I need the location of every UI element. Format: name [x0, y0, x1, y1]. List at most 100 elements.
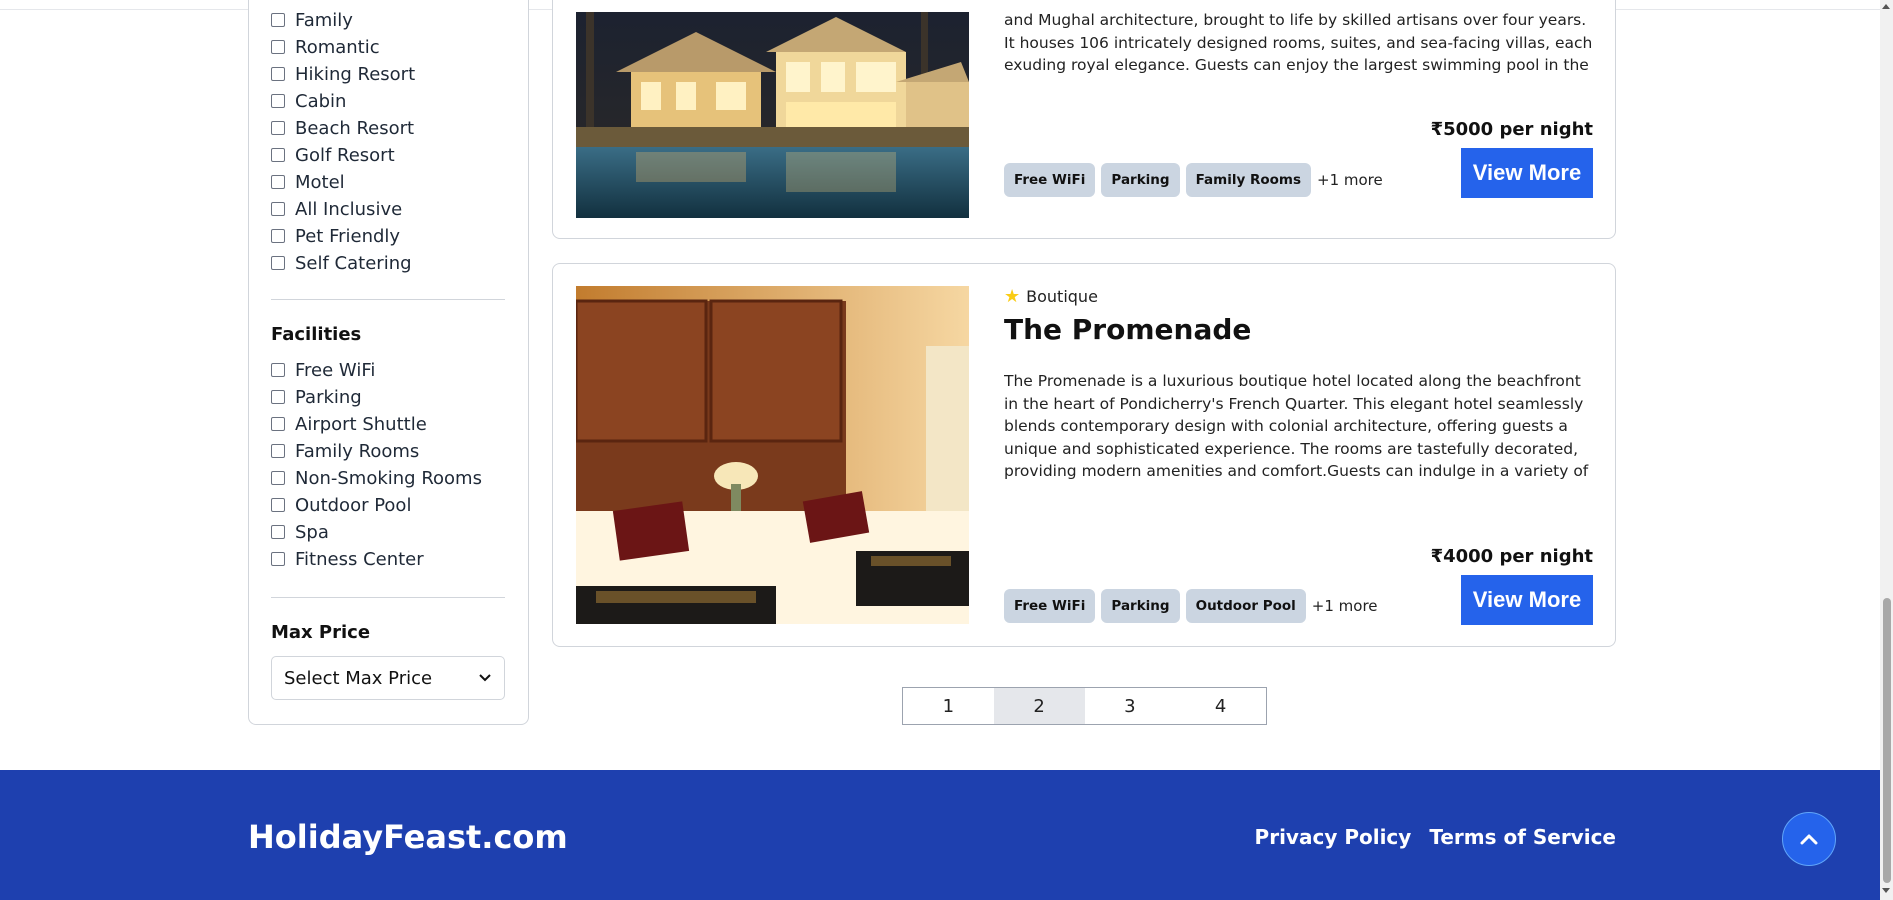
- facility-option-label: Outdoor Pool: [295, 494, 412, 516]
- checkbox[interactable]: [271, 13, 285, 27]
- facility-option-spa[interactable]: Spa: [271, 521, 329, 543]
- scroll-down-arrow-icon[interactable]: [1882, 888, 1890, 893]
- filter-option-cabin[interactable]: Cabin: [271, 90, 346, 112]
- resort-photo: [576, 12, 969, 218]
- checkbox[interactable]: [271, 40, 285, 54]
- page-button-4[interactable]: 4: [1175, 688, 1266, 724]
- hotel-card: and Mughal architecture, brought to life…: [552, 0, 1616, 239]
- checkbox[interactable]: [271, 256, 285, 270]
- hotel-price: ₹5000 per night: [1430, 119, 1593, 140]
- facility-tags: Free WiFi Parking Family Rooms +1 more: [1004, 163, 1383, 197]
- checkbox[interactable]: [271, 498, 285, 512]
- star-icon: ★: [1004, 286, 1021, 307]
- divider: [271, 299, 505, 300]
- facility-option-outdoor-pool[interactable]: Outdoor Pool: [271, 494, 411, 516]
- hotel-image[interactable]: [576, 286, 969, 624]
- hotel-description: The Promenade is a luxurious boutique ho…: [1004, 372, 1589, 480]
- facility-option-label: Fitness Center: [295, 548, 424, 570]
- checkbox[interactable]: [271, 417, 285, 431]
- checkbox[interactable]: [271, 121, 285, 135]
- page-scrollbar[interactable]: [1880, 0, 1893, 900]
- filter-option-label: All Inclusive: [295, 198, 403, 220]
- filter-option-label: Cabin: [295, 90, 347, 112]
- facility-option-free-wifi[interactable]: Free WiFi: [271, 359, 375, 381]
- chevron-up-icon: [1800, 834, 1818, 845]
- filter-option-beach-resort[interactable]: Beach Resort: [271, 117, 414, 139]
- facility-option-label: Family Rooms: [295, 440, 420, 462]
- filter-option-label: Pet Friendly: [295, 225, 401, 247]
- filter-option-self-catering[interactable]: Self Catering: [271, 252, 412, 274]
- page-button-1[interactable]: 1: [903, 688, 994, 724]
- hotel-category: ★ Boutique: [1004, 286, 1098, 307]
- footer-links: Privacy Policy Terms of Service: [1255, 825, 1616, 849]
- scroll-up-arrow-icon[interactable]: [1882, 4, 1890, 9]
- facility-tag: Family Rooms: [1185, 163, 1312, 197]
- checkbox[interactable]: [271, 94, 285, 108]
- filter-option-romantic[interactable]: Romantic: [271, 36, 380, 58]
- checkbox[interactable]: [271, 390, 285, 404]
- facility-option-airport-shuttle[interactable]: Airport Shuttle: [271, 413, 427, 435]
- facility-option-label: Free WiFi: [295, 359, 376, 381]
- facility-tags: Free WiFi Parking Outdoor Pool +1 more: [1004, 589, 1378, 623]
- checkbox[interactable]: [271, 471, 285, 485]
- hotel-name[interactable]: The Promenade: [1004, 313, 1251, 346]
- filter-option-label: Golf Resort: [295, 144, 395, 166]
- max-price-select[interactable]: Select Max Price: [271, 656, 505, 700]
- hotel-card: ★ Boutique The Promenade The Promenade i…: [552, 263, 1616, 647]
- page: Family Romantic Hiking Resort Cabin Beac…: [0, 0, 1893, 900]
- filter-sidebar: Family Romantic Hiking Resort Cabin Beac…: [248, 0, 529, 725]
- checkbox[interactable]: [271, 363, 285, 377]
- facility-tag: Free WiFi: [1004, 589, 1096, 623]
- filter-option-label: Hiking Resort: [295, 63, 416, 85]
- hotel-description: and Mughal architecture, brought to life…: [1004, 11, 1593, 74]
- filter-option-motel[interactable]: Motel: [271, 171, 345, 193]
- max-price-selected-value: Select Max Price: [284, 667, 433, 689]
- privacy-policy-link[interactable]: Privacy Policy: [1255, 825, 1412, 849]
- checkbox[interactable]: [271, 67, 285, 81]
- view-more-button[interactable]: View More: [1461, 575, 1593, 625]
- filter-option-hiking-resort[interactable]: Hiking Resort: [271, 63, 415, 85]
- facility-option-family-rooms[interactable]: Family Rooms: [271, 440, 419, 462]
- footer-brand[interactable]: HolidayFeast.com: [248, 818, 568, 856]
- hotel-price: ₹4000 per night: [1430, 546, 1593, 567]
- scroll-to-top-button[interactable]: [1782, 812, 1836, 866]
- facility-option-fitness-center[interactable]: Fitness Center: [271, 548, 424, 570]
- facility-option-parking[interactable]: Parking: [271, 386, 362, 408]
- terms-of-service-link[interactable]: Terms of Service: [1429, 825, 1616, 849]
- facility-option-label: Parking: [295, 386, 362, 408]
- facility-option-label: Airport Shuttle: [295, 413, 427, 435]
- filter-option-family[interactable]: Family: [271, 9, 353, 31]
- filter-option-all-inclusive[interactable]: All Inclusive: [271, 198, 402, 220]
- max-price-heading: Max Price: [271, 622, 371, 643]
- checkbox[interactable]: [271, 229, 285, 243]
- filter-option-golf-resort[interactable]: Golf Resort: [271, 144, 395, 166]
- hotel-room-photo: [576, 286, 969, 624]
- page-button-2[interactable]: 2: [993, 688, 1085, 724]
- footer: HolidayFeast.com Privacy Policy Terms of…: [0, 770, 1880, 900]
- scrollbar-thumb[interactable]: [1883, 598, 1891, 883]
- hotel-category-label: Boutique: [1026, 287, 1098, 306]
- more-tags-count: +1 more: [1317, 171, 1383, 189]
- more-tags-count: +1 more: [1311, 597, 1378, 615]
- facility-tag: Outdoor Pool: [1185, 589, 1306, 623]
- checkbox[interactable]: [271, 175, 285, 189]
- facilities-heading: Facilities: [271, 324, 362, 345]
- facility-tag: Parking: [1101, 589, 1180, 623]
- view-more-button[interactable]: View More: [1461, 148, 1593, 198]
- divider: [271, 597, 505, 598]
- checkbox[interactable]: [271, 552, 285, 566]
- facility-option-label: Spa: [295, 521, 329, 543]
- filter-option-label: Motel: [295, 171, 345, 193]
- filter-option-pet-friendly[interactable]: Pet Friendly: [271, 225, 400, 247]
- filter-option-label: Self Catering: [295, 252, 412, 274]
- page-button-3[interactable]: 3: [1085, 688, 1176, 724]
- checkbox[interactable]: [271, 444, 285, 458]
- filter-option-label: Family: [295, 9, 353, 31]
- facility-option-label: Non-Smoking Rooms: [295, 467, 482, 489]
- checkbox[interactable]: [271, 148, 285, 162]
- checkbox[interactable]: [271, 525, 285, 539]
- hotel-image[interactable]: [576, 12, 969, 218]
- pagination: 1 2 3 4: [902, 687, 1267, 725]
- checkbox[interactable]: [271, 202, 285, 216]
- facility-option-non-smoking-rooms[interactable]: Non-Smoking Rooms: [271, 467, 482, 489]
